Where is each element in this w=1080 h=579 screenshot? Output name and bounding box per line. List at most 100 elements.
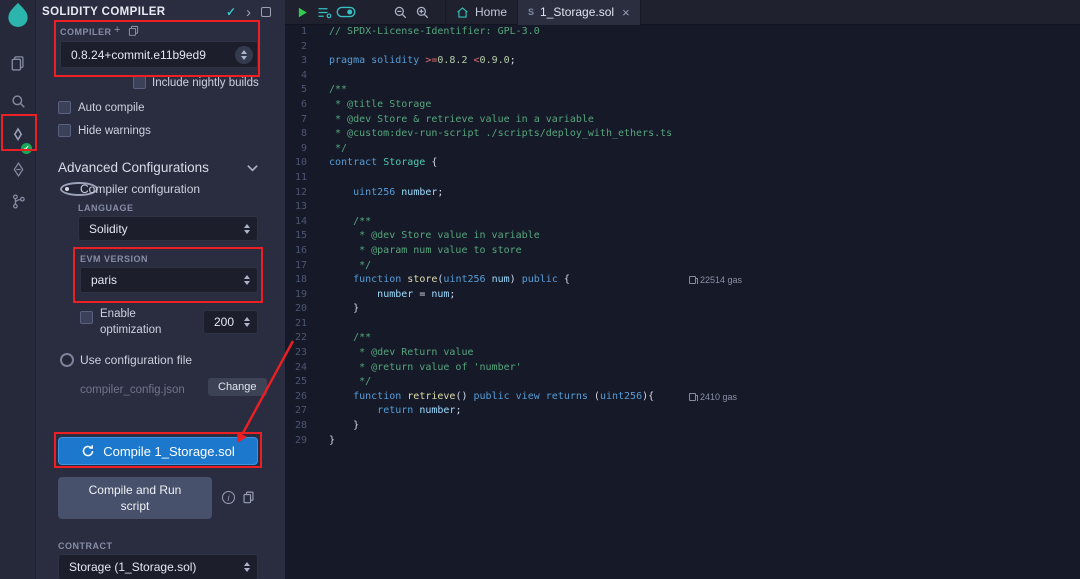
change-config-button[interactable]: Change	[208, 378, 267, 396]
pin-panel-icon[interactable]	[261, 7, 271, 17]
use-configuration-file-radio[interactable]	[60, 353, 74, 367]
tab-home-label: Home	[475, 5, 507, 19]
compile-button[interactable]: Compile 1_Storage.sol	[58, 437, 258, 465]
remix-ide-window: ✓ SOLIDITY COMPILER ✓ › COMPILER +	[0, 0, 1080, 579]
line-number: 11	[285, 171, 329, 186]
line-number: 13	[285, 200, 329, 215]
code-editor[interactable]: 1// SPDX-License-Identifier: GPL-3.023pr…	[285, 25, 1080, 579]
solidity-compiler-icon[interactable]: ✓	[0, 120, 36, 150]
line-number: 27	[285, 404, 329, 419]
code-line: 18 function store(uint256 num) public {2…	[285, 273, 1080, 288]
optimization-runs-value[interactable]	[214, 315, 240, 329]
deploy-run-icon[interactable]	[0, 154, 36, 184]
hide-warnings-checkbox[interactable]	[58, 124, 71, 137]
copy-icon[interactable]	[242, 490, 255, 504]
enable-optimization-label: Enable optimization	[100, 307, 170, 338]
optimization-runs-input[interactable]	[203, 310, 258, 334]
enable-optimization-checkbox[interactable]	[80, 311, 93, 324]
language-select[interactable]: Solidity	[78, 216, 258, 241]
info-icon[interactable]: i	[222, 491, 235, 504]
code-line: 16 * @param num value to store	[285, 244, 1080, 259]
line-number: 16	[285, 244, 329, 259]
nightly-builds-label: Include nightly builds	[152, 77, 259, 89]
tab-home[interactable]: Home	[445, 0, 518, 25]
contract-label: CONTRACT	[58, 541, 113, 551]
line-number: 12	[285, 186, 329, 201]
gas-icon	[689, 276, 696, 284]
run-script-icon[interactable]	[291, 0, 313, 25]
line-number: 10	[285, 156, 329, 171]
code-line: 15 * @dev Store value in variable	[285, 229, 1080, 244]
solidity-compiler-panel: SOLIDITY COMPILER ✓ › COMPILER + 0.8.24+…	[36, 0, 285, 579]
git-icon[interactable]	[0, 186, 36, 216]
line-number: 28	[285, 419, 329, 434]
code-line: 22 /**	[285, 331, 1080, 346]
line-number: 6	[285, 98, 329, 113]
compiled-check-icon: ✓	[226, 5, 236, 19]
close-tab-icon[interactable]: ×	[622, 5, 630, 20]
compile-and-run-button[interactable]: Compile and Run script	[58, 477, 212, 519]
add-compiler-icon[interactable]: +	[114, 24, 120, 36]
language-label: LANGUAGE	[78, 203, 134, 213]
auto-compile-checkbox[interactable]	[58, 101, 71, 114]
hide-warnings-label: Hide warnings	[78, 125, 151, 137]
use-configuration-file-label: Use configuration file	[80, 353, 192, 367]
evm-version-select[interactable]: paris	[80, 267, 258, 293]
compiler-version-select[interactable]: 0.8.24+commit.e11b9ed9	[60, 41, 258, 68]
code-line: 21	[285, 317, 1080, 332]
compiler-version-stepper-icon[interactable]	[235, 46, 253, 64]
nightly-builds-checkbox[interactable]	[133, 76, 146, 89]
search-icon[interactable]	[0, 86, 36, 116]
line-number: 18	[285, 273, 329, 288]
code-line: 9 */	[285, 142, 1080, 157]
panel-header: SOLIDITY COMPILER ✓ ›	[36, 0, 285, 24]
gas-estimate: 22514 gas	[689, 273, 742, 288]
line-number: 17	[285, 259, 329, 274]
tab-file-label: 1_Storage.sol	[540, 5, 614, 19]
advanced-configurations-title[interactable]: Advanced Configurations	[58, 160, 209, 175]
code-line: 14 /**	[285, 215, 1080, 230]
line-number: 9	[285, 142, 329, 157]
line-number: 4	[285, 69, 329, 84]
code-line: 10contract Storage {	[285, 156, 1080, 171]
gas-icon	[689, 393, 696, 401]
compiler-label-actions: +	[114, 24, 139, 36]
line-number: 29	[285, 434, 329, 449]
icon-rail: ✓	[0, 0, 36, 579]
code-line: 23 * @dev Return value	[285, 346, 1080, 361]
code-line: 28 }	[285, 419, 1080, 434]
contract-select[interactable]: Storage (1_Storage.sol)	[58, 554, 258, 579]
line-number: 3	[285, 54, 329, 69]
code-line: 8 * @custom:dev-run-script ./scripts/dep…	[285, 127, 1080, 142]
gas-estimate: 2410 gas	[689, 390, 737, 405]
file-explorer-icon[interactable]	[0, 48, 36, 78]
auto-compile-label: Auto compile	[78, 102, 144, 114]
code-line: 2	[285, 40, 1080, 55]
line-number: 20	[285, 302, 329, 317]
chevron-down-icon[interactable]	[246, 163, 259, 173]
ai-copilot-toggle[interactable]	[335, 0, 357, 25]
compile-refresh-icon	[81, 444, 95, 458]
line-number: 8	[285, 127, 329, 142]
reload-compiler-icon[interactable]	[128, 25, 139, 36]
zoom-out-icon[interactable]	[389, 0, 411, 25]
zoom-in-icon[interactable]	[411, 0, 433, 25]
code-line: 17 */	[285, 259, 1080, 274]
solidity-file-icon: S	[528, 7, 534, 17]
line-number: 1	[285, 25, 329, 40]
line-number: 22	[285, 331, 329, 346]
remix-logo-icon[interactable]	[3, 1, 33, 28]
editor-tabbar: Home S 1_Storage.sol ×	[285, 0, 1080, 25]
script-config-icon[interactable]	[313, 0, 335, 25]
compiler-configuration-label: Compiler configuration	[80, 182, 200, 196]
code-line: 4	[285, 69, 1080, 84]
code-line: 5/**	[285, 83, 1080, 98]
compile-button-label: Compile 1_Storage.sol	[103, 444, 235, 459]
code-line: 24 * @return value of 'number'	[285, 361, 1080, 376]
evm-version-label: EVM VERSION	[80, 254, 148, 264]
code-line: 12 uint256 number;	[285, 186, 1080, 201]
line-number: 24	[285, 361, 329, 376]
chevron-right-icon[interactable]: ›	[246, 5, 251, 20]
tab-file[interactable]: S 1_Storage.sol ×	[518, 0, 641, 25]
code-line: 7 * @dev Store & retrieve value in a var…	[285, 113, 1080, 128]
